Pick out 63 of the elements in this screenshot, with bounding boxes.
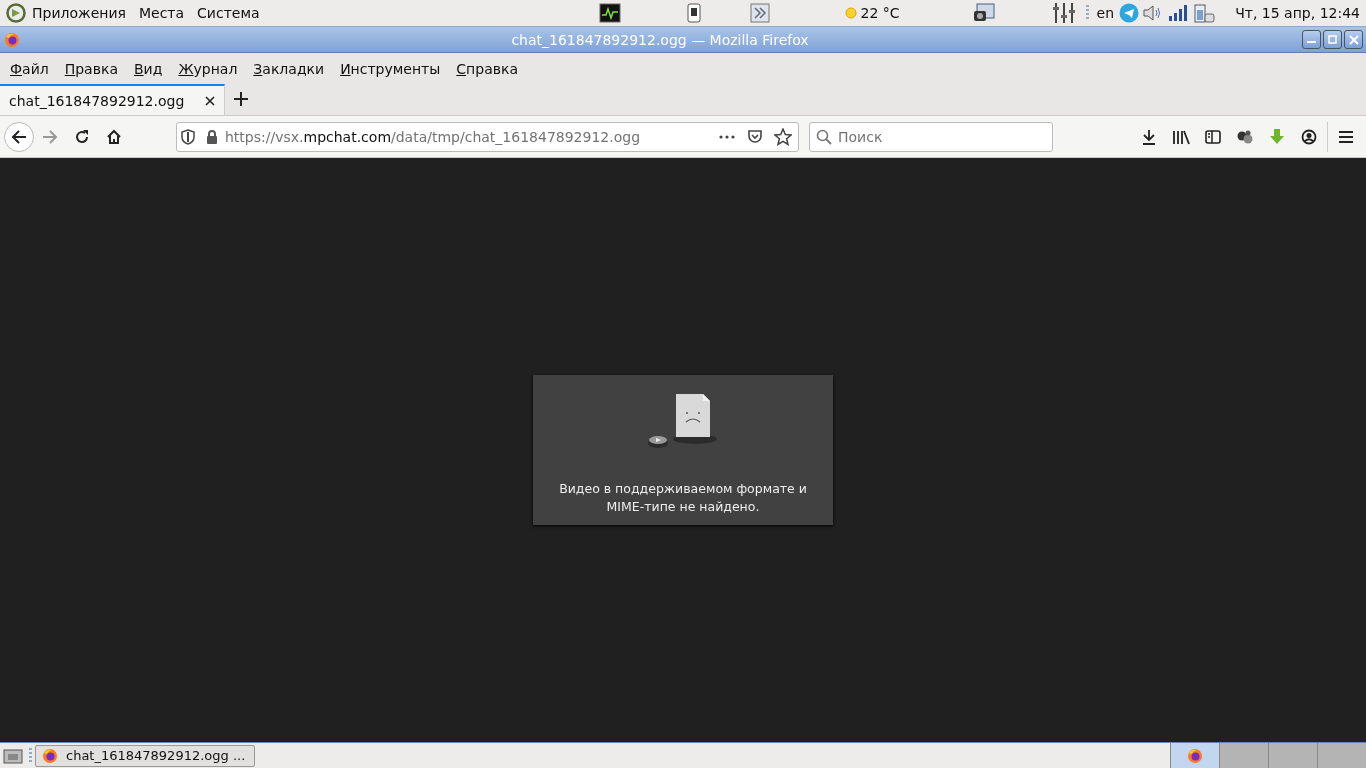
clock[interactable]: Чт, 15 апр, 12:44 — [1235, 5, 1360, 21]
battery-plug-icon[interactable] — [1193, 2, 1216, 24]
error-message: Видео в поддерживаемом формате и MIME-типе не найдено. — [558, 480, 808, 516]
home-icon — [106, 128, 122, 145]
grip-handle-icon — [29, 746, 32, 765]
firefox-icon — [4, 31, 20, 48]
shield-icon — [181, 128, 195, 145]
signal-bars-icon[interactable] — [1168, 4, 1189, 22]
maximize-button[interactable] — [1323, 30, 1342, 49]
padlock-icon — [205, 128, 219, 145]
menu-item[interactable]: Журнал — [170, 60, 246, 77]
keyboard-layout-indicator[interactable]: en — [1096, 5, 1115, 21]
pocket-icon[interactable] — [747, 128, 763, 145]
panel-menu[interactable]: Места — [138, 5, 185, 21]
search-field[interactable]: Поиск — [809, 121, 1053, 152]
more-dots-icon[interactable] — [719, 134, 735, 139]
window-switch-icon[interactable] — [749, 3, 770, 23]
menu-item[interactable]: Файл — [2, 60, 57, 77]
url-text: https://vsx.mpchat.com/data/tmp/chat_161847892912.ogg — [225, 128, 642, 145]
search-icon — [816, 128, 832, 145]
spheres-icon — [1236, 128, 1254, 145]
firefox-icon — [1187, 747, 1203, 764]
back-arrow-icon — [11, 129, 27, 144]
taskbar-window-button[interactable]: chat_161847892912.ogg ... — [35, 744, 255, 767]
close-icon — [1348, 34, 1359, 45]
menu-item[interactable]: Вид — [126, 60, 171, 77]
close-icon[interactable] — [205, 95, 215, 106]
library-icon — [1172, 128, 1190, 145]
panel-menu[interactable]: Система — [197, 5, 260, 21]
browser-tab[interactable]: chat_161847892912.ogg — [0, 84, 225, 115]
plus-icon — [234, 92, 248, 106]
show-desktop-icon[interactable] — [3, 746, 23, 765]
download-arrow-icon — [1141, 128, 1157, 145]
panel-menu[interactable]: Приложения — [32, 5, 126, 21]
workspace-button[interactable] — [1170, 743, 1219, 768]
back-button[interactable] — [4, 121, 34, 152]
reload-icon — [74, 128, 90, 145]
close-button[interactable] — [1344, 30, 1363, 49]
sun-icon — [844, 7, 857, 19]
forward-arrow-icon — [42, 129, 58, 144]
menu-item[interactable]: Инструменты — [332, 60, 449, 77]
paper-plane-icon[interactable] — [1119, 3, 1140, 23]
menu-item[interactable]: Правка — [56, 60, 126, 77]
screenshot-camera-icon[interactable] — [972, 3, 995, 23]
account-icon — [1301, 128, 1317, 145]
menu-item[interactable]: Закладки — [245, 60, 333, 77]
maximize-icon — [1328, 35, 1337, 44]
system-monitor-icon[interactable] — [598, 3, 621, 23]
window-title: chat_161847892912.ogg — Mozilla Firefox — [510, 31, 810, 48]
address-bar[interactable]: https://vsx.mpchat.com/data/tmp/chat_161847892912.ogg — [176, 121, 799, 152]
minimize-button[interactable] — [1302, 30, 1321, 49]
star-icon[interactable] — [774, 127, 792, 146]
speaker-icon[interactable] — [1142, 4, 1163, 22]
logo-icon[interactable] — [6, 3, 26, 23]
menu-icon — [1339, 130, 1353, 143]
mixer-sliders-icon[interactable] — [1051, 2, 1076, 24]
separator-dots-icon — [1085, 4, 1089, 22]
sidebar-icon — [1205, 128, 1221, 145]
firefox-icon — [42, 747, 58, 764]
menu-item[interactable]: Справка — [448, 60, 526, 77]
weather-temperature[interactable]: 22 °C — [860, 5, 900, 21]
download-arrow-icon — [1269, 127, 1285, 146]
device-icon[interactable] — [686, 3, 701, 23]
